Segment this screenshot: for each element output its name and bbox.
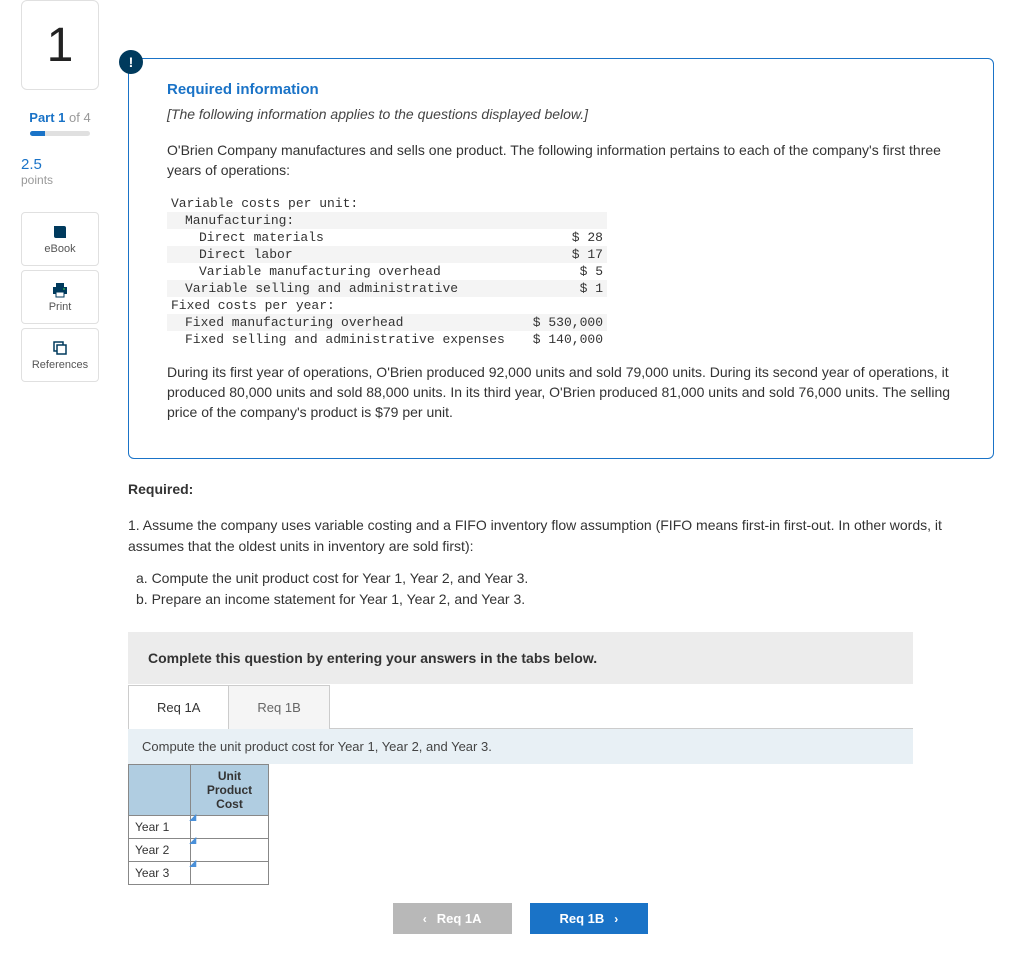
book-icon — [52, 224, 68, 240]
row-label-year1: Year 1 — [129, 816, 191, 839]
input-year3[interactable] — [191, 862, 269, 885]
question-number-box: 1 — [21, 0, 99, 90]
info-title: Required information — [167, 81, 955, 98]
main-content: ! Required information [The following in… — [120, 0, 1024, 964]
row-label-year3: Year 3 — [129, 862, 191, 885]
progress-bar — [30, 131, 90, 136]
sub-list: a. Compute the unit product cost for Yea… — [136, 568, 994, 610]
chevron-left-icon: ‹ — [423, 912, 427, 926]
next-button[interactable]: Req 1B › — [530, 903, 649, 934]
table-row: Year 3 — [129, 862, 269, 885]
info-para-2: During its first year of operations, O'B… — [167, 362, 955, 423]
table-row: Year 1 — [129, 816, 269, 839]
print-button[interactable]: Print — [21, 270, 99, 324]
chevron-right-icon: › — [614, 912, 618, 926]
row-label-year2: Year 2 — [129, 839, 191, 862]
input-year2[interactable] — [191, 839, 269, 862]
nav-buttons: ‹ Req 1A Req 1B › — [128, 903, 913, 934]
cost-table: Variable costs per unit: Manufacturing: … — [167, 195, 607, 348]
ebook-button[interactable]: eBook — [21, 212, 99, 266]
part-label: Part 1 of 4 — [29, 110, 90, 125]
printer-icon — [51, 282, 69, 298]
col-header-upc: Unit Product Cost — [191, 765, 269, 816]
tab-instruction: Compute the unit product cost for Year 1… — [128, 729, 913, 764]
tabs: Req 1A Req 1B — [128, 684, 913, 729]
required-information-box: Required information [The following info… — [128, 58, 994, 459]
copy-icon — [52, 340, 68, 356]
instruction-bar: Complete this question by entering your … — [128, 632, 913, 684]
question-number: 1 — [47, 18, 74, 73]
required-label: Required: — [128, 481, 994, 497]
info-para-1: O'Brien Company manufactures and sells o… — [167, 140, 955, 181]
req-1b: b. Prepare an income statement for Year … — [136, 589, 994, 610]
info-note: [The following information applies to th… — [167, 106, 955, 122]
points-label: points — [21, 173, 99, 187]
req-1a: a. Compute the unit product cost for Yea… — [136, 568, 994, 589]
required-block: Required: 1. Assume the company uses var… — [128, 481, 994, 610]
unit-product-cost-table: Unit Product Cost Year 1 Year 2 Year 3 — [128, 764, 269, 885]
alert-icon: ! — [119, 50, 143, 74]
sidebar: 1 Part 1 of 4 2.5 points eBook Print Ref… — [0, 0, 120, 964]
tab-req-1b[interactable]: Req 1B — [228, 685, 329, 729]
progress-fill — [30, 131, 45, 136]
input-year1[interactable] — [191, 816, 269, 839]
answer-area: Complete this question by entering your … — [128, 632, 913, 934]
tab-req-1a[interactable]: Req 1A — [128, 685, 229, 729]
references-button[interactable]: References — [21, 328, 99, 382]
req-question-1: 1. Assume the company uses variable cost… — [128, 515, 994, 556]
table-row: Year 2 — [129, 839, 269, 862]
table-corner — [129, 765, 191, 816]
points-value: 2.5 — [21, 156, 99, 173]
prev-button[interactable]: ‹ Req 1A — [393, 903, 512, 934]
